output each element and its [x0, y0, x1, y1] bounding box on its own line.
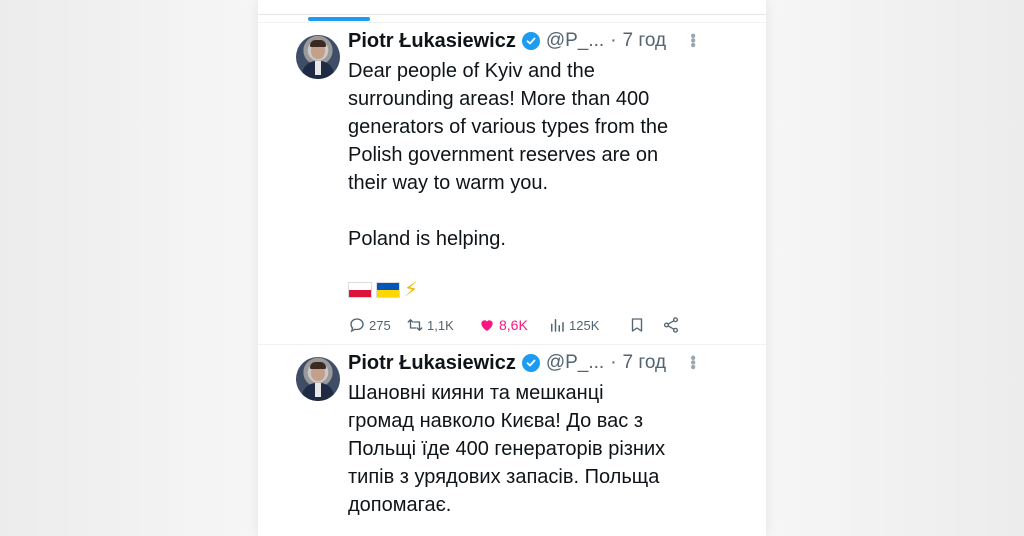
- header-divider: [258, 14, 766, 15]
- flag-ukraine-icon: [376, 282, 400, 298]
- timeline-screen: Piotr Łukasiewicz @P_... · 7 год ••• Dea…: [258, 0, 766, 536]
- emoji-row: ⚡: [348, 279, 418, 301]
- retweet-count: 1,1K: [427, 317, 454, 333]
- tweet[interactable]: Piotr Łukasiewicz @P_... · 7 год ••• Шан…: [258, 344, 766, 536]
- tweet-header: Piotr Łukasiewicz @P_... · 7 год: [348, 29, 726, 53]
- lightning-bolt-icon: ⚡: [404, 279, 419, 301]
- tweet-text: Dear people of Kyiv and the surrounding …: [348, 60, 669, 250]
- reply-count: 275: [369, 317, 391, 333]
- like-button[interactable]: 8,6K: [478, 316, 548, 334]
- share-icon: [663, 317, 679, 333]
- views-icon: [551, 319, 564, 332]
- tweet-header: Piotr Łukasiewicz @P_... · 7 год: [348, 351, 726, 375]
- avatar[interactable]: [296, 357, 340, 401]
- backdrop-left: [0, 0, 258, 536]
- verified-badge-icon: [521, 32, 540, 50]
- views-button[interactable]: 125K: [548, 316, 628, 334]
- more-options-icon[interactable]: •••: [684, 355, 701, 369]
- views-count: 125K: [569, 317, 600, 333]
- backdrop-right: [766, 0, 1024, 536]
- tweet-text: Шановні кияни та мешканці громад навколо…: [348, 382, 666, 516]
- more-options-icon[interactable]: •••: [684, 33, 701, 47]
- tweet[interactable]: Piotr Łukasiewicz @P_... · 7 год ••• Dea…: [258, 22, 766, 344]
- reply-button[interactable]: 275: [348, 316, 406, 334]
- tweet-actions: 275 1,1K 8,6K 125K: [348, 315, 708, 335]
- separator-dot: ·: [610, 30, 617, 51]
- author-name[interactable]: Piotr Łukasiewicz: [348, 30, 516, 53]
- retweet-icon: [407, 319, 423, 331]
- active-tab-indicator: [308, 17, 370, 21]
- timestamp[interactable]: 7 год: [623, 352, 667, 374]
- bookmark-button[interactable]: [628, 316, 662, 334]
- share-button[interactable]: [662, 316, 682, 334]
- separator-dot: ·: [610, 352, 617, 373]
- avatar[interactable]: [296, 35, 340, 79]
- author-handle[interactable]: @P_...: [546, 30, 604, 52]
- author-handle[interactable]: @P_...: [546, 352, 604, 374]
- heart-icon: [481, 320, 493, 331]
- flag-poland-icon: [348, 282, 372, 298]
- retweet-button[interactable]: 1,1K: [406, 316, 478, 334]
- verified-badge-icon: [521, 354, 540, 372]
- author-name[interactable]: Piotr Łukasiewicz: [348, 352, 516, 375]
- like-count: 8,6K: [499, 317, 528, 333]
- timestamp[interactable]: 7 год: [623, 30, 667, 52]
- reply-icon: [350, 318, 364, 333]
- bookmark-icon: [631, 318, 643, 332]
